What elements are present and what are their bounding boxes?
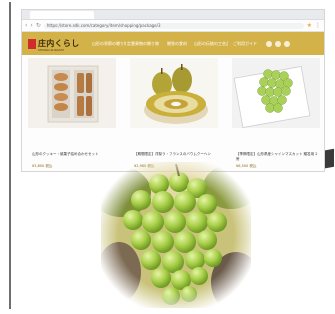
left-border-line <box>9 2 11 309</box>
product-card[interactable]: 【期間限定】洋梨ラ・フランスのバウムクーヘン ¥2,980 税込 <box>130 58 218 170</box>
product-name[interactable]: 【期間限定】洋梨ラ・フランスのバウムクーヘン <box>134 152 218 162</box>
product-list: 山形のクッキー・焼菓子詰め合わせセット ¥3,800 税込 【期間限定】洋梨ラ・… <box>28 58 320 170</box>
product-name[interactable]: 山形のクッキー・焼菓子詰め合わせセット <box>32 152 116 162</box>
browser-window: ‹ › ↻ https://store.sdk.com/category/ite… <box>21 9 325 172</box>
bookmark-star-icon[interactable]: ★ <box>307 22 312 29</box>
nav-item-fruit[interactable]: 定番果物の贈り物 <box>126 41 160 47</box>
product-image-cookies[interactable] <box>28 58 116 128</box>
header-icons <box>266 40 290 47</box>
forward-arrow-icon[interactable]: › <box>30 22 32 29</box>
product-image-baumkuchen[interactable] <box>130 58 218 128</box>
main-nav: 山形の季節の贈り物 定番果物の贈り物 贈答の食材 山形の伝統の工芸品 ご利用ガイ… <box>92 41 262 47</box>
logo-mark <box>28 38 36 49</box>
product-card[interactable]: 【季節限定】山形県産シャインマスカット 贈答用 2房 ¥6,500 税込 <box>232 58 320 170</box>
browser-tab-strip <box>22 10 324 20</box>
product-card[interactable]: 山形のクッキー・焼菓子詰め合わせセット ¥3,800 税込 <box>28 58 116 170</box>
cart-icon[interactable] <box>275 40 281 47</box>
nav-item-crafts[interactable]: 山形の伝統の工芸品 <box>194 41 228 47</box>
browser-tab[interactable] <box>30 11 94 19</box>
site-header: 庄内くらし SHONAI KURASHI 山形の季節の贈り物 定番果物の贈り物 … <box>22 32 324 55</box>
logo-subtitle: SHONAI KURASHI <box>38 48 64 52</box>
grape-photo <box>101 162 251 308</box>
url-field[interactable]: https://store.sdk.com/category/item/shop… <box>43 22 304 29</box>
browser-address-bar: ‹ › ↻ https://store.sdk.com/category/ite… <box>22 20 324 32</box>
nav-item-food[interactable]: 贈答の食材 <box>160 41 194 47</box>
account-icon[interactable] <box>284 40 290 47</box>
product-name[interactable]: 【季節限定】山形県産シャインマスカット 贈答用 2房 <box>236 152 320 162</box>
search-icon[interactable] <box>266 40 272 47</box>
product-image-grapes[interactable] <box>232 58 320 128</box>
product-price: ¥3,800 税込 <box>32 164 53 168</box>
reload-icon[interactable]: ↻ <box>36 22 41 29</box>
nav-item-seasonal[interactable]: 山形の季節の贈り物 <box>92 41 126 47</box>
site-logo[interactable]: 庄内くらし SHONAI KURASHI <box>28 38 86 52</box>
nav-item-guide[interactable]: ご利用ガイド <box>228 41 262 47</box>
menu-dots-icon[interactable]: ⋮ <box>315 22 321 29</box>
back-arrow-icon[interactable]: ‹ <box>25 22 27 29</box>
